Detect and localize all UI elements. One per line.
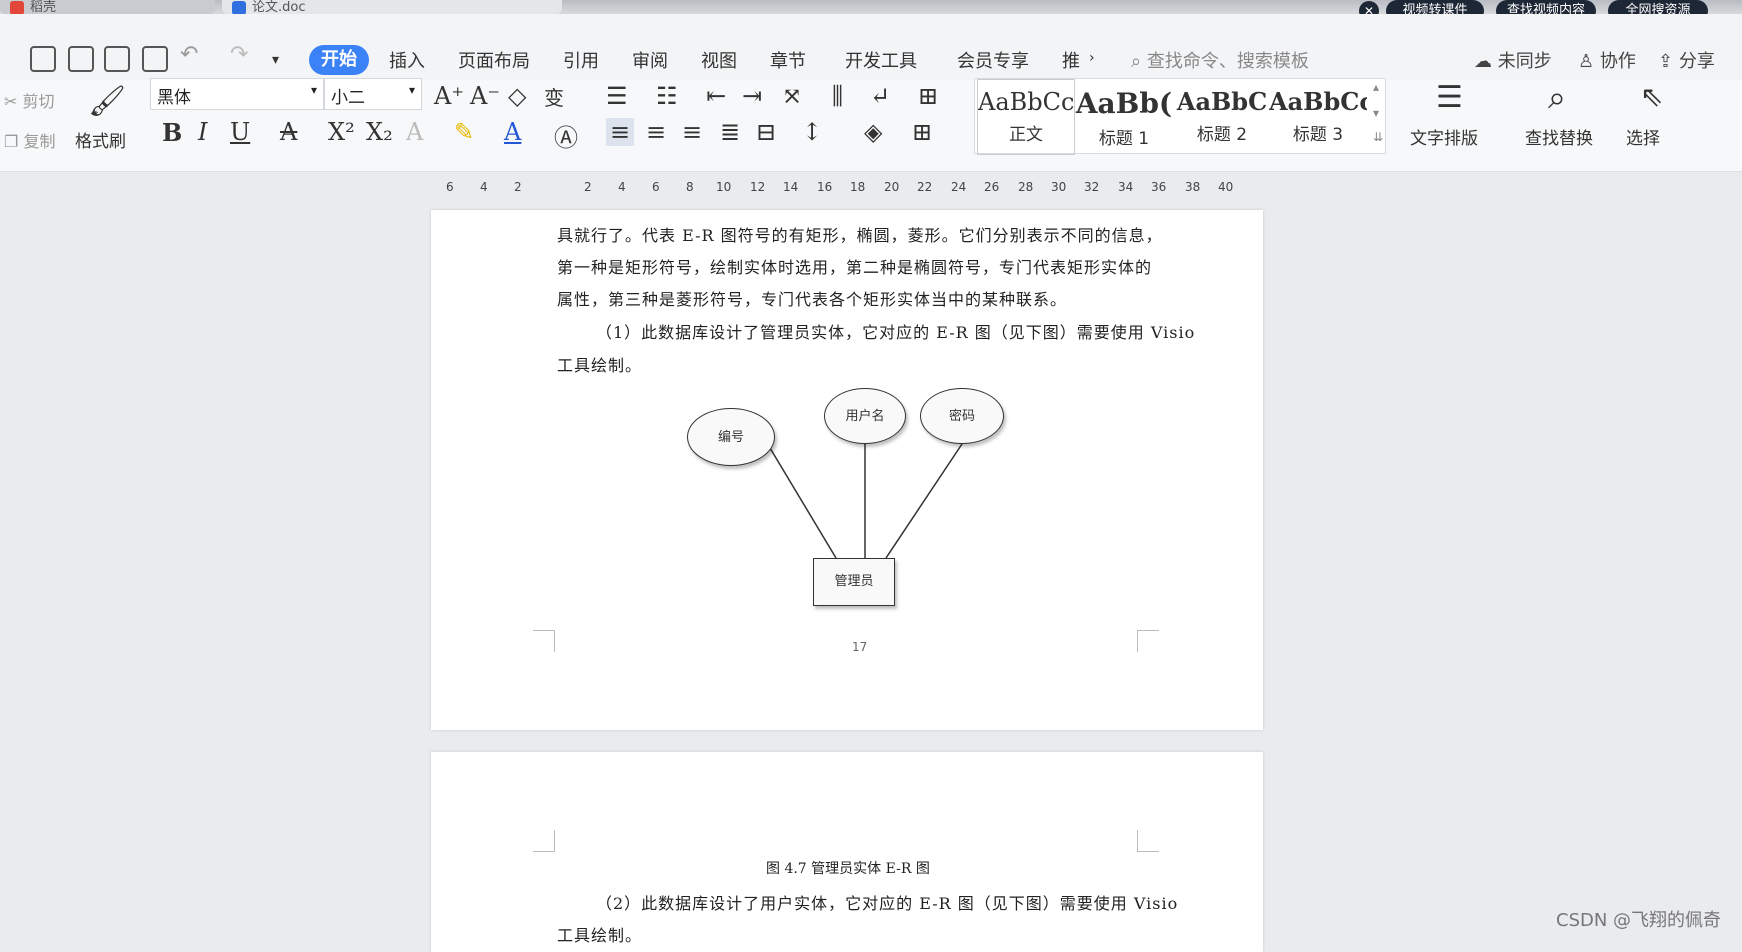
er-attribute: 密码 [920, 388, 1004, 444]
page-corner-mark [533, 830, 555, 852]
document-page[interactable] [431, 752, 1263, 952]
page-corner-mark [1137, 830, 1159, 852]
paragraph-line: （2）此数据库设计了用户实体，它对应的 E-R 图（见下图）需要使用 Visio [596, 894, 1179, 913]
er-connector [769, 447, 837, 559]
er-entity: 管理员 [813, 558, 895, 606]
er-attribute: 用户名 [824, 388, 906, 444]
watermark: CSDN @飞翔的佩奇 [1556, 910, 1722, 931]
er-attribute: 编号 [687, 408, 775, 466]
paragraph-line: 工具绘制。 [557, 926, 643, 945]
page-corner-mark [1137, 630, 1159, 652]
page-number: 17 [852, 640, 868, 654]
er-connector [885, 443, 963, 559]
page-corner-mark [533, 630, 555, 652]
figure-caption: 图 4.7 管理员实体 E-R 图 [766, 861, 930, 877]
